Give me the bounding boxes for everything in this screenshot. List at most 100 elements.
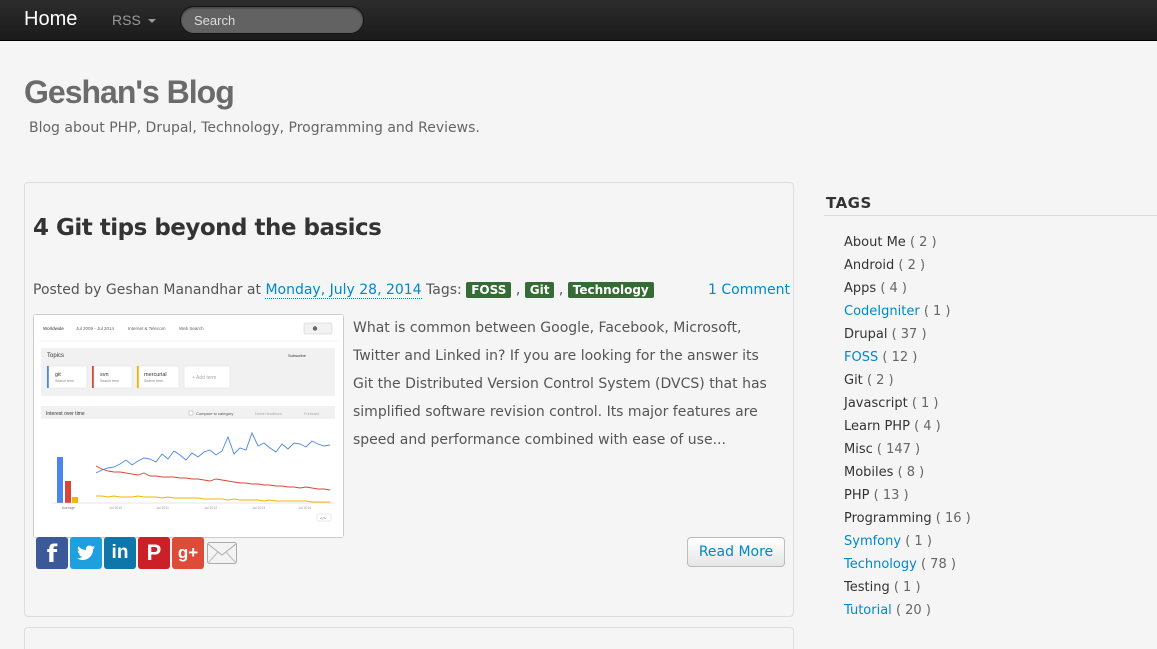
linkedin-icon[interactable]: in xyxy=(104,537,136,569)
tag-count: ( 37 ) xyxy=(891,327,927,342)
share-buttons: f in Pg+ xyxy=(36,537,240,569)
post-thumbnail[interactable]: Worldwide Jul 2009 - Jul 2014 Internet &… xyxy=(33,314,344,538)
comments-link[interactable]: 1 Comment xyxy=(708,282,790,298)
list-item: Programming ( 16 ) xyxy=(844,508,971,531)
embed-code-icon: </> xyxy=(320,516,326,521)
tag-count: ( 12 ) xyxy=(882,350,918,365)
list-item: Android ( 2 ) xyxy=(844,255,971,278)
rss-dropdown[interactable]: RSS xyxy=(112,12,156,28)
tags-divider xyxy=(824,215,1157,216)
list-item: Symfony ( 1 ) xyxy=(844,531,971,554)
tag-link-drupal[interactable]: Drupal xyxy=(844,327,887,342)
tag-count: ( 78 ) xyxy=(920,557,956,572)
search-input[interactable] xyxy=(180,6,364,34)
tag-count: ( 20 ) xyxy=(895,603,931,618)
thumb-topics-label: Topics xyxy=(47,353,64,359)
list-item: About Me ( 2 ) xyxy=(844,232,971,255)
tag-link-about-me[interactable]: About Me xyxy=(844,235,906,250)
tag-count: ( 4 ) xyxy=(880,281,907,296)
gear-icon xyxy=(312,326,318,331)
thumb-year-2014: Jul 2014 xyxy=(298,506,311,510)
list-item: PHP ( 13 ) xyxy=(844,485,971,508)
tag-link-apps[interactable]: Apps xyxy=(844,281,876,296)
twitter-icon[interactable] xyxy=(70,537,102,569)
site-title[interactable]: Geshan's Blog xyxy=(24,74,235,111)
pinterest-icon[interactable]: P xyxy=(138,537,170,569)
list-item: Apps ( 4 ) xyxy=(844,278,971,301)
tag-link-programming[interactable]: Programming xyxy=(844,511,932,526)
tag-link-codeigniter[interactable]: CodeIgniter xyxy=(844,304,920,319)
list-item: Technology ( 78 ) xyxy=(844,554,971,577)
tag-count: ( 16 ) xyxy=(935,511,971,526)
tag-count: ( 1 ) xyxy=(905,534,932,549)
tag-link-php[interactable]: PHP xyxy=(844,488,869,503)
tag-link-technology[interactable]: Technology xyxy=(844,557,917,572)
post-title[interactable]: 4 Git tips beyond the basics xyxy=(33,215,382,241)
tag-link-tutorial[interactable]: Tutorial xyxy=(844,603,892,618)
tag-count: ( 2 ) xyxy=(898,258,926,273)
tag-list: About Me ( 2 ) Android ( 2 ) Apps ( 4 ) … xyxy=(844,232,971,623)
tag-label-foss[interactable]: FOSS xyxy=(466,282,512,298)
thumb-compare: Compare to category xyxy=(196,411,233,416)
thumb-forecast: Forecast xyxy=(304,412,320,416)
tag-count: ( 8 ) xyxy=(897,465,925,480)
tag-label-git[interactable]: Git xyxy=(524,282,555,298)
thumb-year-2012: Jul 2012 xyxy=(204,506,217,510)
tag-link-learn-php[interactable]: Learn PHP xyxy=(844,419,910,434)
trends-thumbnail-image: Worldwide Jul 2009 - Jul 2014 Internet &… xyxy=(34,315,343,537)
tag-count: ( 147 ) xyxy=(876,442,921,457)
tag-label-technology[interactable]: Technology xyxy=(567,282,654,298)
tag-count: ( 13 ) xyxy=(873,488,909,503)
tag-count: ( 1 ) xyxy=(923,304,951,319)
thumb-news: News headlines xyxy=(255,412,282,416)
tag-count: ( 1 ) xyxy=(911,396,939,411)
thumb-subscribe: Subscribe xyxy=(288,353,307,358)
tag-link-git[interactable]: Git xyxy=(844,373,863,388)
facebook-icon[interactable]: f xyxy=(36,537,68,569)
thumb-topic-mercurial-sub: Search term xyxy=(144,379,163,383)
thumb-filter-category: Internet & Telecom xyxy=(128,326,166,331)
thumb-interest-label: Interest over time xyxy=(46,411,85,417)
list-item: CodeIgniter ( 1 ) xyxy=(844,301,971,324)
top-navbar: Home RSS xyxy=(0,0,1157,41)
tag-link-android[interactable]: Android xyxy=(844,258,894,273)
tag-link-javascript[interactable]: Javascript xyxy=(844,396,908,411)
thumb-average: Average xyxy=(62,506,75,510)
tag-link-foss[interactable]: FOSS xyxy=(844,350,878,365)
tag-link-testing[interactable]: Testing xyxy=(844,580,890,595)
list-item: Mobiles ( 8 ) xyxy=(844,462,971,485)
list-item: Misc ( 147 ) xyxy=(844,439,971,462)
tag-count: ( 1 ) xyxy=(893,580,921,595)
thumb-topic-svn: svn xyxy=(100,372,109,378)
thumb-year-2010: Jul 2010 xyxy=(109,506,122,510)
thumb-filter-search: Web Search xyxy=(179,326,204,331)
read-more-button[interactable]: Read More xyxy=(687,537,785,567)
tag-count: ( 2 ) xyxy=(866,373,894,388)
email-icon[interactable] xyxy=(206,537,238,569)
tag-link-symfony[interactable]: Symfony xyxy=(844,534,901,549)
post-card: 4 Git tips beyond the basics Posted by G… xyxy=(24,182,794,617)
tags-label: Tags: xyxy=(426,282,462,298)
post-date-link[interactable]: Monday, July 28, 2014 xyxy=(265,282,422,299)
thumb-topic-git: git xyxy=(55,372,61,378)
list-item: Tutorial ( 20 ) xyxy=(844,600,971,623)
home-link[interactable]: Home xyxy=(24,8,77,31)
tag-count: ( 4 ) xyxy=(914,419,941,434)
next-post-card xyxy=(24,627,794,649)
thumb-filter-dates: Jul 2009 - Jul 2014 xyxy=(76,326,115,331)
tags-heading: TAGS xyxy=(826,194,872,212)
thumb-topic-git-sub: Search term xyxy=(55,379,74,383)
list-item: Git ( 2 ) xyxy=(844,370,971,393)
thumb-add-term: + Add term xyxy=(192,375,216,381)
post-meta: Posted by Geshan Manandhar at Monday, Ju… xyxy=(33,282,654,299)
thumb-topic-svn-sub: Search term xyxy=(100,379,119,383)
list-item: Learn PHP ( 4 ) xyxy=(844,416,971,439)
tag-link-misc[interactable]: Misc xyxy=(844,442,873,457)
list-item: Javascript ( 1 ) xyxy=(844,393,971,416)
thumb-topic-mercurial: mercurial xyxy=(144,372,167,378)
tag-link-mobiles[interactable]: Mobiles xyxy=(844,465,893,480)
list-item: Drupal ( 37 ) xyxy=(844,324,971,347)
google-plus-icon[interactable]: g+ xyxy=(172,537,204,569)
posted-by: Posted by Geshan Manandhar at xyxy=(33,282,261,298)
list-item: FOSS ( 12 ) xyxy=(844,347,971,370)
